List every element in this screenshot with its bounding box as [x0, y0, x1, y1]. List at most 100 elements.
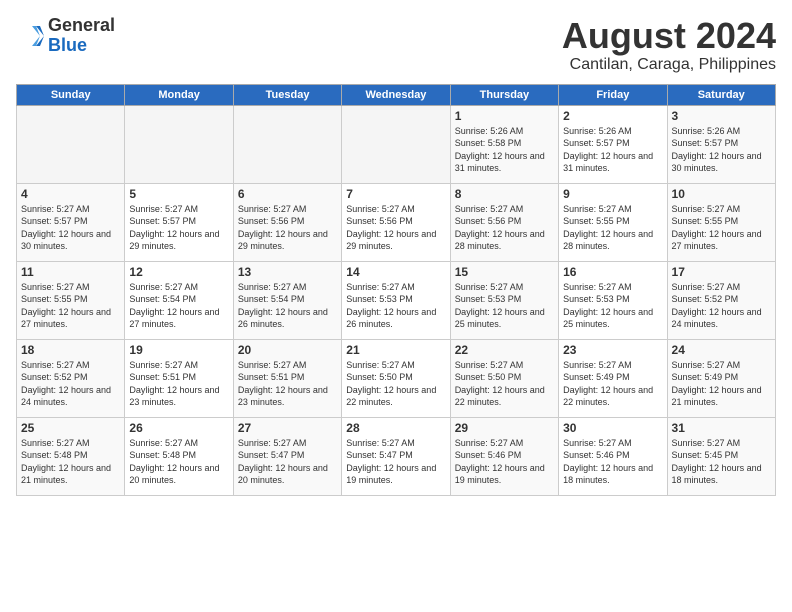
week-row-2: 4 Sunrise: 5:27 AM Sunset: 5:57 PM Daylig…	[17, 183, 776, 261]
week-row-4: 18 Sunrise: 5:27 AM Sunset: 5:52 PM Dayli…	[17, 339, 776, 417]
day-cell: 31 Sunrise: 5:27 AM Sunset: 5:45 PM Dayli…	[667, 417, 775, 495]
day-content: Sunrise: 5:27 AM Sunset: 5:48 PM Dayligh…	[129, 437, 228, 487]
day-cell: 6 Sunrise: 5:27 AM Sunset: 5:56 PM Daylig…	[233, 183, 341, 261]
day-number: 26	[129, 421, 228, 435]
month-year: August 2024	[562, 16, 776, 56]
day-number: 25	[21, 421, 120, 435]
day-cell: 28 Sunrise: 5:27 AM Sunset: 5:47 PM Dayli…	[342, 417, 450, 495]
week-row-3: 11 Sunrise: 5:27 AM Sunset: 5:55 PM Dayli…	[17, 261, 776, 339]
day-cell: 16 Sunrise: 5:27 AM Sunset: 5:53 PM Dayli…	[559, 261, 667, 339]
day-number: 31	[672, 421, 771, 435]
day-cell: 5 Sunrise: 5:27 AM Sunset: 5:57 PM Daylig…	[125, 183, 233, 261]
day-number: 3	[672, 109, 771, 123]
col-header-sunday: Sunday	[17, 84, 125, 105]
day-number: 10	[672, 187, 771, 201]
day-number: 8	[455, 187, 554, 201]
day-content: Sunrise: 5:27 AM Sunset: 5:56 PM Dayligh…	[346, 203, 445, 253]
day-content: Sunrise: 5:27 AM Sunset: 5:51 PM Dayligh…	[129, 359, 228, 409]
day-content: Sunrise: 5:27 AM Sunset: 5:49 PM Dayligh…	[672, 359, 771, 409]
day-cell: 22 Sunrise: 5:27 AM Sunset: 5:50 PM Dayli…	[450, 339, 558, 417]
day-content: Sunrise: 5:27 AM Sunset: 5:54 PM Dayligh…	[238, 281, 337, 331]
day-content: Sunrise: 5:27 AM Sunset: 5:57 PM Dayligh…	[129, 203, 228, 253]
day-cell: 19Sunrise: 5:27 AM Sunset: 5:51 PM Dayli…	[125, 339, 233, 417]
col-header-monday: Monday	[125, 84, 233, 105]
day-content: Sunrise: 5:27 AM Sunset: 5:54 PM Dayligh…	[129, 281, 228, 331]
day-number: 29	[455, 421, 554, 435]
day-content: Sunrise: 5:27 AM Sunset: 5:53 PM Dayligh…	[455, 281, 554, 331]
header: General Blue August 2024 Cantilan, Carag…	[16, 16, 776, 74]
day-number: 14	[346, 265, 445, 279]
day-number: 9	[563, 187, 662, 201]
day-content: Sunrise: 5:27 AM Sunset: 5:48 PM Dayligh…	[21, 437, 120, 487]
day-cell: 29Sunrise: 5:27 AM Sunset: 5:46 PM Dayli…	[450, 417, 558, 495]
day-content: Sunrise: 5:27 AM Sunset: 5:57 PM Dayligh…	[21, 203, 120, 253]
calendar-table: SundayMondayTuesdayWednesdayThursdayFrid…	[16, 84, 776, 496]
col-header-tuesday: Tuesday	[233, 84, 341, 105]
day-number: 18	[21, 343, 120, 357]
day-number: 13	[238, 265, 337, 279]
day-cell: 8 Sunrise: 5:27 AM Sunset: 5:56 PM Daylig…	[450, 183, 558, 261]
day-number: 28	[346, 421, 445, 435]
day-number: 23	[563, 343, 662, 357]
day-number: 2	[563, 109, 662, 123]
day-number: 17	[672, 265, 771, 279]
day-number: 5	[129, 187, 228, 201]
col-header-friday: Friday	[559, 84, 667, 105]
day-cell: 2 Sunrise: 5:26 AM Sunset: 5:57 PM Daylig…	[559, 105, 667, 183]
day-cell: 3Sunrise: 5:26 AM Sunset: 5:57 PM Daylig…	[667, 105, 775, 183]
header-row: SundayMondayTuesdayWednesdayThursdayFrid…	[17, 84, 776, 105]
day-content: Sunrise: 5:27 AM Sunset: 5:50 PM Dayligh…	[346, 359, 445, 409]
logo-text: General Blue	[48, 16, 115, 56]
day-cell: 12Sunrise: 5:27 AM Sunset: 5:54 PM Dayli…	[125, 261, 233, 339]
day-cell: 23 Sunrise: 5:27 AM Sunset: 5:49 PM Dayli…	[559, 339, 667, 417]
day-content: Sunrise: 5:27 AM Sunset: 5:56 PM Dayligh…	[238, 203, 337, 253]
day-content: Sunrise: 5:27 AM Sunset: 5:52 PM Dayligh…	[21, 359, 120, 409]
day-cell	[342, 105, 450, 183]
day-cell: 17 Sunrise: 5:27 AM Sunset: 5:52 PM Dayli…	[667, 261, 775, 339]
logo-general: General	[48, 16, 115, 36]
day-cell: 21 Sunrise: 5:27 AM Sunset: 5:50 PM Dayli…	[342, 339, 450, 417]
day-content: Sunrise: 5:26 AM Sunset: 5:57 PM Dayligh…	[563, 125, 662, 175]
day-cell: 27Sunrise: 5:27 AM Sunset: 5:47 PM Dayli…	[233, 417, 341, 495]
day-content: Sunrise: 5:26 AM Sunset: 5:58 PM Dayligh…	[455, 125, 554, 175]
day-content: Sunrise: 5:27 AM Sunset: 5:53 PM Dayligh…	[563, 281, 662, 331]
location: Cantilan, Caraga, Philippines	[562, 56, 776, 74]
logo-blue: Blue	[48, 36, 115, 56]
day-cell: 24Sunrise: 5:27 AM Sunset: 5:49 PM Dayli…	[667, 339, 775, 417]
day-content: Sunrise: 5:27 AM Sunset: 5:50 PM Dayligh…	[455, 359, 554, 409]
day-content: Sunrise: 5:27 AM Sunset: 5:55 PM Dayligh…	[21, 281, 120, 331]
day-cell: 9Sunrise: 5:27 AM Sunset: 5:55 PM Daylig…	[559, 183, 667, 261]
day-content: Sunrise: 5:27 AM Sunset: 5:51 PM Dayligh…	[238, 359, 337, 409]
day-content: Sunrise: 5:27 AM Sunset: 5:53 PM Dayligh…	[346, 281, 445, 331]
day-number: 15	[455, 265, 554, 279]
day-cell: 7 Sunrise: 5:27 AM Sunset: 5:56 PM Daylig…	[342, 183, 450, 261]
day-cell: 20 Sunrise: 5:27 AM Sunset: 5:51 PM Dayli…	[233, 339, 341, 417]
day-number: 6	[238, 187, 337, 201]
day-number: 16	[563, 265, 662, 279]
day-cell	[233, 105, 341, 183]
day-content: Sunrise: 5:27 AM Sunset: 5:52 PM Dayligh…	[672, 281, 771, 331]
day-content: Sunrise: 5:27 AM Sunset: 5:45 PM Dayligh…	[672, 437, 771, 487]
day-cell: 11 Sunrise: 5:27 AM Sunset: 5:55 PM Dayli…	[17, 261, 125, 339]
day-number: 4	[21, 187, 120, 201]
day-number: 20	[238, 343, 337, 357]
day-cell: 18 Sunrise: 5:27 AM Sunset: 5:52 PM Dayli…	[17, 339, 125, 417]
title-block: August 2024 Cantilan, Caraga, Philippine…	[562, 16, 776, 74]
day-number: 22	[455, 343, 554, 357]
logo-icon	[16, 22, 44, 50]
day-cell: 30Sunrise: 5:27 AM Sunset: 5:46 PM Dayli…	[559, 417, 667, 495]
day-cell: 15 Sunrise: 5:27 AM Sunset: 5:53 PM Dayli…	[450, 261, 558, 339]
day-number: 21	[346, 343, 445, 357]
day-cell: 4 Sunrise: 5:27 AM Sunset: 5:57 PM Daylig…	[17, 183, 125, 261]
day-content: Sunrise: 5:27 AM Sunset: 5:47 PM Dayligh…	[346, 437, 445, 487]
col-header-saturday: Saturday	[667, 84, 775, 105]
day-content: Sunrise: 5:27 AM Sunset: 5:56 PM Dayligh…	[455, 203, 554, 253]
day-number: 7	[346, 187, 445, 201]
day-number: 11	[21, 265, 120, 279]
day-content: Sunrise: 5:27 AM Sunset: 5:49 PM Dayligh…	[563, 359, 662, 409]
page: General Blue August 2024 Cantilan, Carag…	[0, 0, 792, 612]
day-cell: 25 Sunrise: 5:27 AM Sunset: 5:48 PM Dayli…	[17, 417, 125, 495]
day-content: Sunrise: 5:27 AM Sunset: 5:46 PM Dayligh…	[563, 437, 662, 487]
day-number: 1	[455, 109, 554, 123]
day-cell: 13 Sunrise: 5:27 AM Sunset: 5:54 PM Dayli…	[233, 261, 341, 339]
